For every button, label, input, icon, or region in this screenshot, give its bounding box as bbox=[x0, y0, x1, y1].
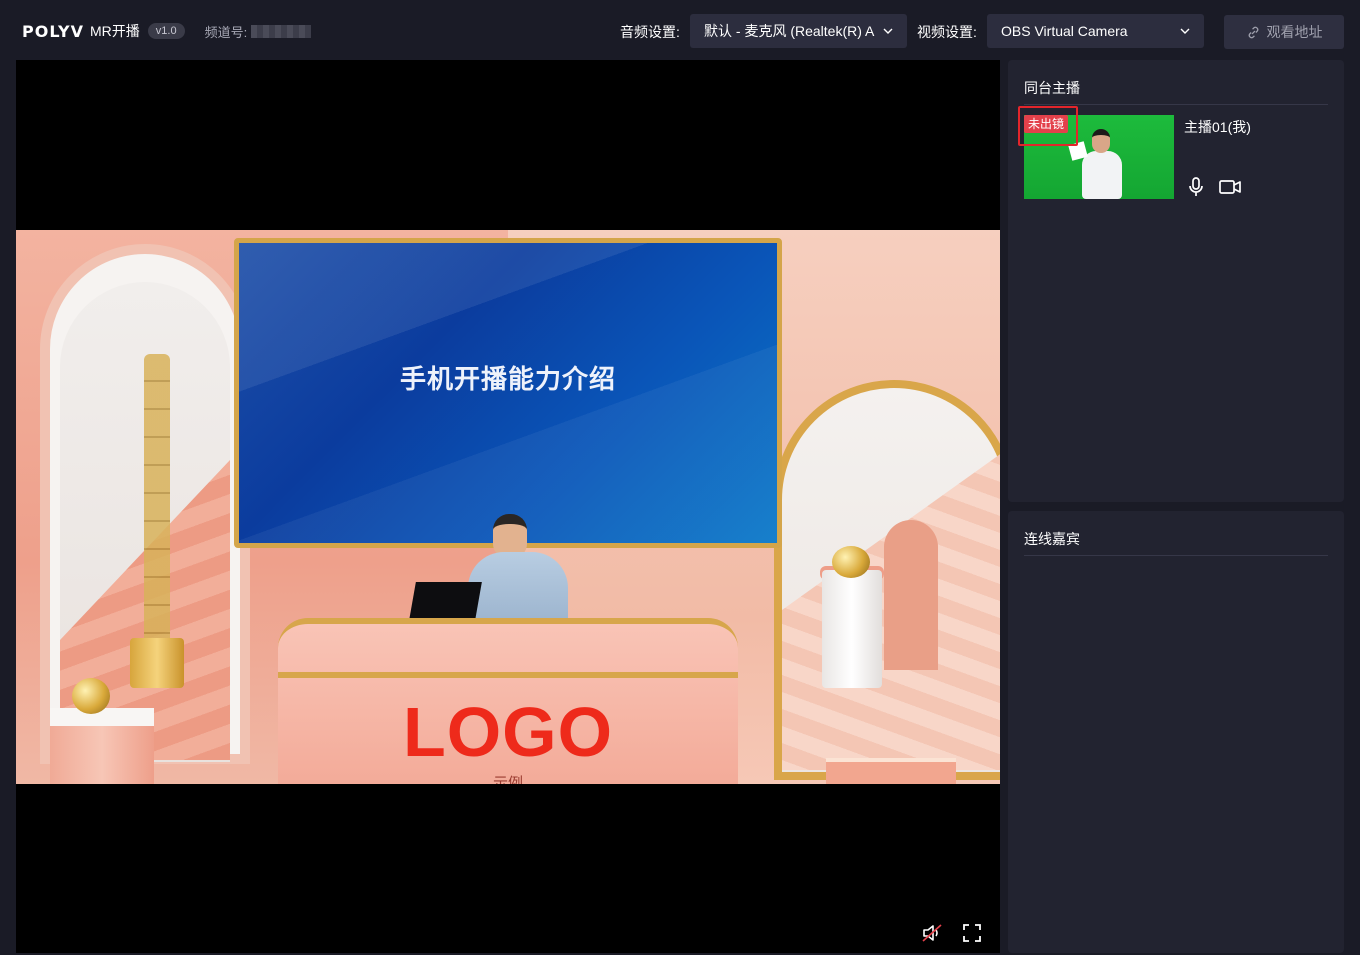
audio-device-value: 默认 - 麦克风 (Realtek(R) A bbox=[704, 23, 875, 39]
gold-ball bbox=[72, 678, 110, 714]
pedestal bbox=[50, 708, 154, 784]
top-bar: POLYV MR开播 v1.0 频道号: 音频设置: 默认 - 麦克风 (Rea… bbox=[0, 0, 1360, 60]
host-name: 主播01(我) bbox=[1184, 119, 1251, 135]
video-settings-label: 视频设置: bbox=[917, 24, 977, 40]
version-badge: v1.0 bbox=[147, 23, 185, 39]
virtual-studio-scene: 手机开播能力介绍 LOGO 示例 bbox=[16, 230, 1000, 784]
live-preview[interactable]: 手机开播能力介绍 LOGO 示例 bbox=[16, 60, 1000, 953]
link-icon bbox=[1248, 26, 1258, 38]
camera-icon[interactable] bbox=[1218, 175, 1242, 199]
video-device-value: OBS Virtual Camera bbox=[1001, 23, 1128, 39]
chevron-down-icon bbox=[1180, 28, 1190, 34]
watch-url-button[interactable]: 观看地址 bbox=[1224, 15, 1344, 49]
off-camera-badge: 未出镜 bbox=[1024, 115, 1069, 133]
bamboo-plant bbox=[144, 354, 170, 644]
chevron-down-icon bbox=[883, 28, 893, 34]
desk-logo: LOGO bbox=[402, 693, 614, 771]
brand: POLYV MR开播 v1.0 频道号: bbox=[22, 20, 312, 42]
presenter bbox=[468, 552, 568, 624]
guests-title: 连线嘉宾 bbox=[1024, 531, 1080, 547]
channel-label: 频道号: bbox=[204, 24, 248, 40]
preview-controls bbox=[904, 921, 984, 945]
co-hosts-panel: 同台主播 未出镜 主播01(我) bbox=[1008, 60, 1344, 502]
badge-highlight: 未出镜 bbox=[1018, 106, 1078, 146]
video-device-select[interactable]: OBS Virtual Camera bbox=[987, 14, 1204, 48]
microphone-icon[interactable] bbox=[1184, 175, 1208, 199]
pillar bbox=[822, 570, 882, 688]
channel-id-masked bbox=[251, 24, 312, 38]
audio-settings-label: 音频设置: bbox=[620, 24, 680, 40]
audio-device-select[interactable]: 默认 - 麦克风 (Realtek(R) A bbox=[690, 14, 907, 48]
desk-sub-label: 示例 bbox=[492, 775, 523, 784]
fullscreen-icon[interactable] bbox=[960, 921, 984, 945]
gift-box bbox=[826, 758, 956, 784]
co-hosts-title: 同台主播 bbox=[1024, 80, 1080, 96]
guests-panel: 连线嘉宾 bbox=[1008, 511, 1344, 953]
watch-url-label: 观看地址 bbox=[1266, 24, 1323, 40]
plant-pot bbox=[130, 638, 184, 688]
speaker-muted-icon[interactable] bbox=[920, 921, 944, 945]
slide-title: 手机开播能力介绍 bbox=[399, 364, 616, 394]
product-name: MR开播 bbox=[90, 23, 140, 39]
gold-ball bbox=[832, 546, 870, 578]
polyv-logo: POLYV bbox=[22, 21, 84, 41]
presentation-screen: 手机开播能力介绍 bbox=[234, 238, 782, 548]
host-card[interactable]: 未出镜 主播01(我) bbox=[1018, 106, 1328, 201]
